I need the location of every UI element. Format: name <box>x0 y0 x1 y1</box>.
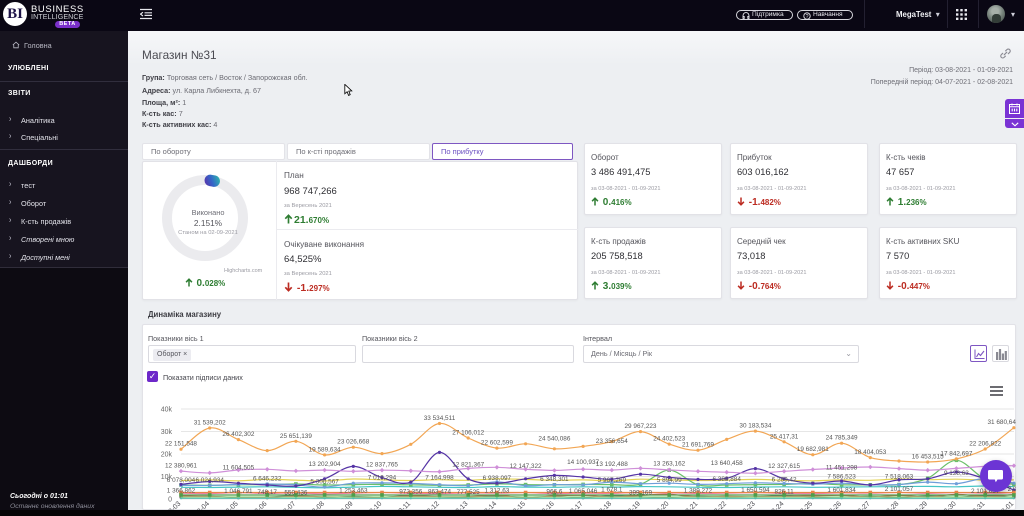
svg-text:25 651,139: 25 651,139 <box>280 433 312 440</box>
svg-text:6 388,884: 6 388,884 <box>712 476 741 483</box>
svg-text:16 453,515: 16 453,515 <box>912 454 944 461</box>
svg-text:?: ? <box>805 14 808 20</box>
svg-text:19 589,634: 19 589,634 <box>309 446 341 453</box>
svg-text:1 253,463: 1 253,463 <box>339 488 368 495</box>
svg-text:826,11: 826,11 <box>775 489 795 496</box>
svg-text:20k: 20k <box>161 452 173 459</box>
svg-text:18 404,053: 18 404,053 <box>854 449 886 456</box>
svg-text:12 380,961: 12 380,961 <box>165 463 197 470</box>
svg-text:40k: 40k <box>161 407 173 414</box>
svg-text:13 263,162: 13 263,162 <box>653 461 685 468</box>
svg-text:25 417,31: 25 417,31 <box>770 433 799 440</box>
svg-text:2,02: 2,02 <box>1008 486 1016 493</box>
svg-text:17 842,697: 17 842,697 <box>940 450 972 457</box>
svg-text:27 106,012: 27 106,012 <box>452 430 484 437</box>
svg-text:966,6: 966,6 <box>546 488 562 495</box>
svg-text:7 019,294: 7 019,294 <box>368 475 397 482</box>
svg-text:6 078,004: 6 078,004 <box>167 477 196 484</box>
svg-text:9 128,63: 9 128,63 <box>944 470 969 477</box>
svg-text:12 837,765: 12 837,765 <box>366 462 398 469</box>
svg-text:777,525: 777,525 <box>457 489 481 496</box>
svg-text:19 682,981: 19 682,981 <box>797 446 829 453</box>
svg-text:7 518,063: 7 518,063 <box>885 474 914 481</box>
svg-text:11 604,505: 11 604,505 <box>223 464 255 471</box>
svg-text:24 785,349: 24 785,349 <box>826 435 858 442</box>
svg-text:13 202,904: 13 202,904 <box>309 461 341 468</box>
svg-text:33 534,511: 33 534,511 <box>424 415 456 422</box>
svg-text:6 024,934: 6 024,934 <box>195 477 224 484</box>
svg-text:21 691,769: 21 691,769 <box>682 442 714 449</box>
svg-text:5 300,567: 5 300,567 <box>310 479 339 486</box>
svg-text:24 402,523: 24 402,523 <box>653 436 685 443</box>
svg-text:1 601,834: 1 601,834 <box>827 487 856 494</box>
svg-text:24 540,086: 24 540,086 <box>538 435 570 442</box>
svg-text:1 312,63: 1 312,63 <box>484 488 509 495</box>
svg-text:1 389,272: 1 389,272 <box>684 487 713 494</box>
svg-text:6 938,097: 6 938,097 <box>483 475 512 482</box>
svg-text:1 065,046: 1 065,046 <box>569 488 598 495</box>
svg-text:22 151,548: 22 151,548 <box>165 441 197 448</box>
svg-text:30 183,534: 30 183,534 <box>739 423 771 430</box>
svg-text:973,356: 973,356 <box>399 488 423 495</box>
svg-text:14 100,937: 14 100,937 <box>567 459 599 466</box>
svg-text:12 327,615: 12 327,615 <box>768 463 800 470</box>
svg-text:12 821,367: 12 821,367 <box>452 462 484 469</box>
svg-text:29 967,223: 29 967,223 <box>625 423 657 430</box>
svg-text:863,474: 863,474 <box>428 489 452 496</box>
svg-text:748,17: 748,17 <box>257 489 277 496</box>
svg-text:6 646,232: 6 646,232 <box>253 476 282 483</box>
svg-text:0: 0 <box>168 497 172 504</box>
svg-text:12 147,322: 12 147,322 <box>510 463 542 470</box>
svg-text:22 206,822: 22 206,822 <box>969 441 1001 448</box>
svg-text:31 539,202: 31 539,202 <box>194 420 226 427</box>
svg-text:1 650,594: 1 650,594 <box>741 487 770 494</box>
svg-text:550,436: 550,436 <box>284 489 308 496</box>
svg-text:2 101,057: 2 101,057 <box>885 486 914 493</box>
svg-text:6 348,301: 6 348,301 <box>540 476 569 483</box>
svg-text:6 289,42: 6 289,42 <box>772 476 797 483</box>
svg-text:5 967,269: 5 967,269 <box>598 477 627 484</box>
svg-text:7 586,523: 7 586,523 <box>827 473 856 480</box>
svg-text:7 164,998: 7 164,998 <box>425 474 454 481</box>
svg-text:23 356,654: 23 356,654 <box>596 438 628 445</box>
svg-text:11 451,298: 11 451,298 <box>826 465 858 472</box>
svg-text:13 640,458: 13 640,458 <box>711 460 743 467</box>
svg-text:1 046,791: 1 046,791 <box>224 488 253 495</box>
svg-text:22 602,599: 22 602,599 <box>481 440 513 447</box>
svg-text:13 192,488: 13 192,488 <box>596 461 628 468</box>
svg-text:1 366,862: 1 366,862 <box>167 487 196 494</box>
svg-text:23 026,668: 23 026,668 <box>337 439 369 446</box>
svg-text:31 680,64: 31 680,64 <box>987 419 1016 426</box>
svg-text:26 402,302: 26 402,302 <box>222 431 254 438</box>
svg-text:1 678,1: 1 678,1 <box>601 487 623 494</box>
svg-text:399,169: 399,169 <box>629 490 653 497</box>
svg-text:30k: 30k <box>161 429 173 436</box>
svg-text:5 894,99: 5 894,99 <box>657 477 682 484</box>
